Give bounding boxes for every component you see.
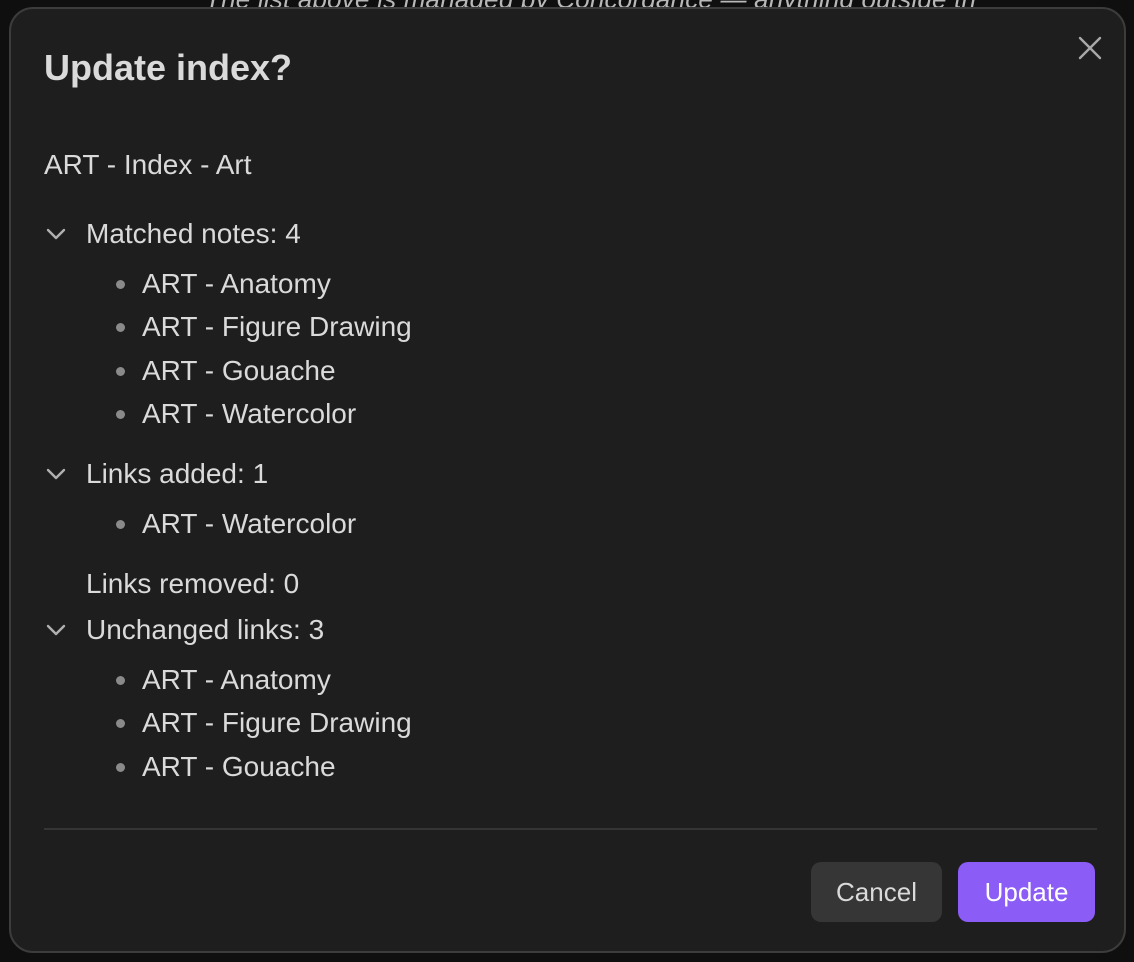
list-item-label: ART - Anatomy <box>142 268 331 299</box>
section-unchanged-links[interactable]: Unchanged links: 3 <box>46 612 324 648</box>
list-item-label: ART - Gouache <box>142 751 336 782</box>
bullet-icon <box>116 322 125 332</box>
section-label: Links removed: 0 <box>86 568 300 599</box>
section-matched-notes[interactable]: Matched notes: 4 <box>46 216 301 252</box>
bullet-icon <box>116 718 125 728</box>
cancel-button[interactable]: Cancel <box>811 862 942 922</box>
update-index-dialog: Update index? ART - Index - Art Matched … <box>9 7 1126 953</box>
chevron-down-icon <box>46 612 72 648</box>
section-label: Matched notes: 4 <box>86 218 301 249</box>
dialog-title: Update index? <box>44 47 293 88</box>
bullet-icon <box>116 279 125 289</box>
list-item-label: ART - Figure Drawing <box>142 707 412 738</box>
bullet-icon <box>116 519 125 529</box>
list-item-label: ART - Anatomy <box>142 664 331 695</box>
list-item-label: ART - Figure Drawing <box>142 311 412 342</box>
bullet-icon <box>116 409 125 419</box>
chevron-down-icon <box>46 216 72 252</box>
close-button[interactable] <box>1075 33 1105 63</box>
list-item-label: ART - Watercolor <box>142 508 357 539</box>
section-links-removed: Links removed: 0 <box>86 566 299 602</box>
bullet-icon <box>116 366 125 376</box>
section-label: Links added: 1 <box>86 458 269 489</box>
section-links-added[interactable]: Links added: 1 <box>46 456 268 492</box>
update-button[interactable]: Update <box>958 862 1095 922</box>
bullet-icon <box>116 675 125 685</box>
footer-divider <box>44 828 1097 830</box>
section-label: Unchanged links: 3 <box>86 614 325 645</box>
close-icon <box>1078 36 1102 60</box>
list-item-label: ART - Gouache <box>142 355 336 386</box>
bullet-icon <box>116 762 125 772</box>
index-name: ART - Index - Art <box>44 149 252 180</box>
chevron-down-icon <box>46 456 72 492</box>
list-item-label: ART - Watercolor <box>142 398 357 429</box>
